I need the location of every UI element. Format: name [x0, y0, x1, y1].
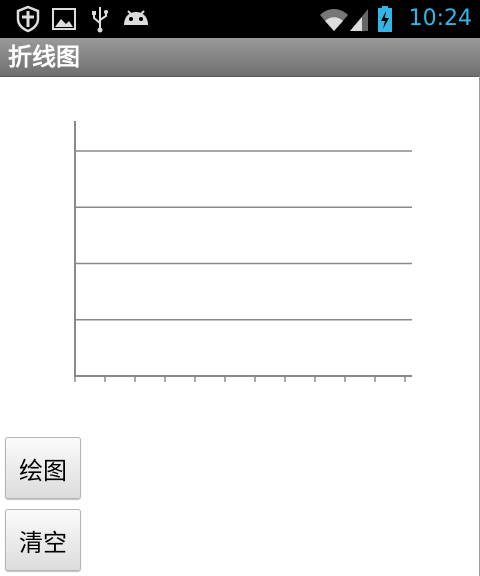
usb-icon [92, 7, 108, 33]
shield-icon [16, 5, 40, 33]
action-bar: 折线图 [0, 38, 480, 77]
status-time: 10:24 [408, 6, 472, 31]
clear-button[interactable]: 清空 [5, 509, 81, 571]
signal-icon [350, 9, 368, 31]
wifi-icon [320, 9, 348, 31]
page-title: 折线图 [8, 43, 80, 71]
status-bar: 10:24 [0, 0, 480, 38]
draw-button[interactable]: 绘图 [5, 437, 81, 499]
line-chart [74, 121, 412, 382]
battery-charging-icon [378, 6, 392, 32]
android-icon [124, 10, 148, 25]
image-icon [52, 8, 76, 30]
